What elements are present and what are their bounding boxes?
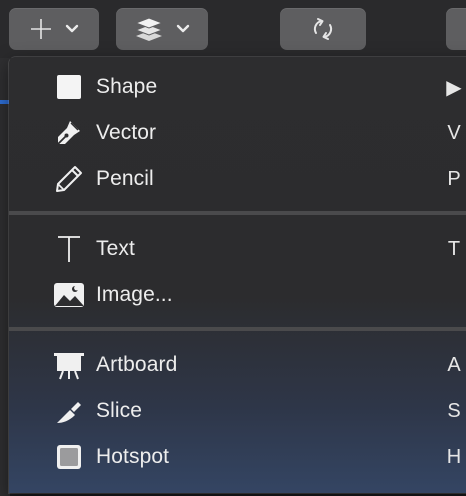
- menu-item-shortcut: H: [446, 445, 462, 468]
- menu-item-image[interactable]: Image...: [9, 273, 466, 317]
- menu-item-vector[interactable]: Vector V: [9, 111, 466, 155]
- insert-menu: Shape ▶ Vector V Pencil P Text T Image..…: [9, 57, 466, 493]
- menu-separator: [9, 211, 466, 215]
- chevron-down-icon: [176, 24, 190, 34]
- layers-icon: [134, 15, 164, 43]
- square-icon: [53, 71, 85, 103]
- menu-item-text[interactable]: Text T: [9, 227, 466, 271]
- refresh-button[interactable]: [280, 8, 366, 50]
- image-icon: [53, 279, 85, 311]
- menu-item-shortcut: V: [447, 121, 461, 144]
- layers-button[interactable]: [116, 8, 208, 50]
- chevron-down-icon: [65, 24, 79, 34]
- submenu-arrow-icon: ▶: [446, 76, 462, 99]
- artboard-icon: [53, 349, 85, 381]
- menu-separator: [9, 327, 466, 331]
- menu-item-shortcut: S: [447, 399, 461, 422]
- menu-item-slice[interactable]: Slice S: [9, 389, 466, 433]
- menu-item-shape[interactable]: Shape ▶: [9, 65, 466, 109]
- menu-item-label: Image...: [96, 283, 173, 306]
- menu-item-shortcut: P: [447, 167, 461, 190]
- menu-item-label: Vector: [96, 121, 157, 144]
- menu-item-label: Hotspot: [96, 445, 170, 468]
- menu-item-shortcut: T: [447, 237, 461, 260]
- pen-tool-icon: [53, 117, 85, 149]
- menu-item-shortcut: A: [447, 353, 461, 376]
- menu-item-artboard[interactable]: Artboard A: [9, 343, 466, 387]
- menu-item-label: Artboard: [96, 353, 178, 376]
- menu-item-pencil[interactable]: Pencil P: [9, 157, 466, 201]
- text-icon: [53, 233, 85, 265]
- pencil-icon: [53, 163, 85, 195]
- plus-icon: [29, 17, 53, 41]
- menu-item-label: Pencil: [96, 167, 154, 190]
- hotspot-icon: [53, 441, 85, 473]
- menu-item-hotspot[interactable]: Hotspot H: [9, 435, 466, 479]
- toolbar: [0, 0, 466, 58]
- menu-item-label: Slice: [96, 399, 143, 422]
- menu-item-label: Shape: [96, 75, 158, 98]
- insert-button[interactable]: [9, 8, 99, 50]
- menu-item-label: Text: [96, 237, 135, 260]
- refresh-icon: [309, 15, 337, 43]
- knife-icon: [53, 395, 85, 427]
- toolbar-button-partial[interactable]: [446, 8, 466, 50]
